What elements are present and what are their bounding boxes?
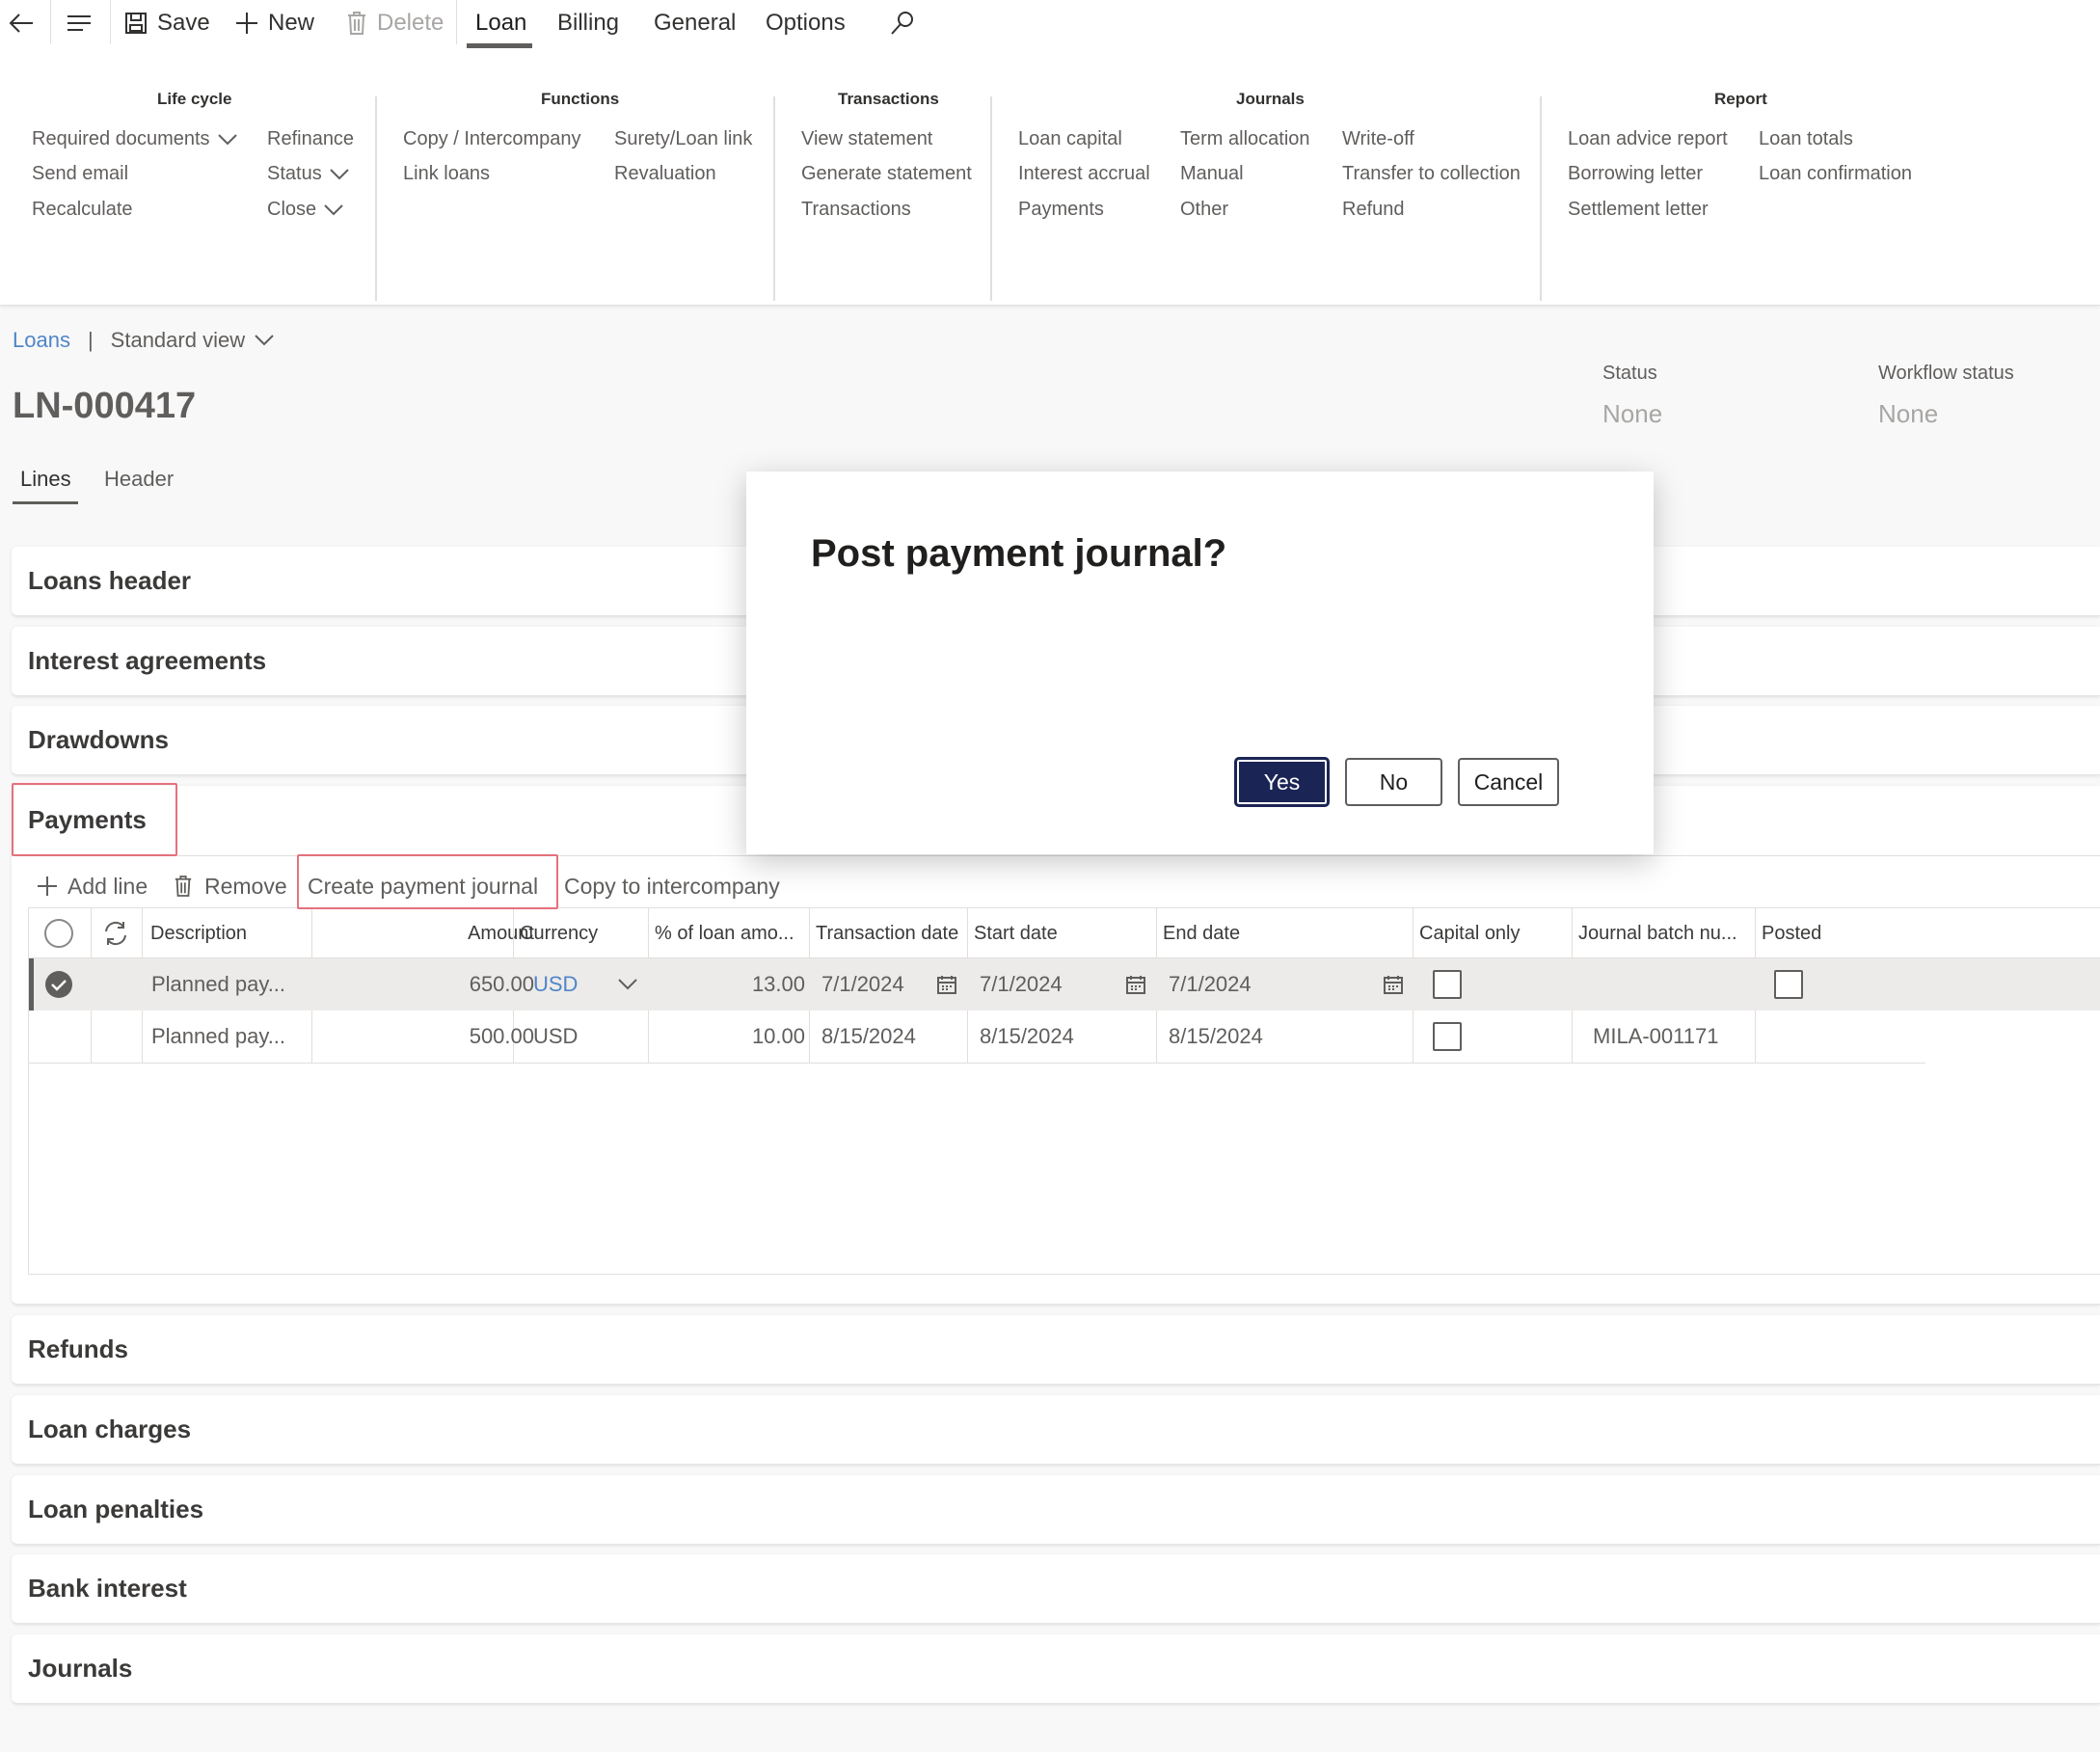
modal-overlay bbox=[0, 0, 2100, 1752]
yes-button[interactable]: Yes bbox=[1235, 758, 1329, 806]
cancel-button[interactable]: Cancel bbox=[1458, 758, 1559, 806]
no-button[interactable]: No bbox=[1345, 758, 1442, 806]
dialog-title: Post payment journal? bbox=[811, 532, 1227, 575]
confirm-dialog: Post payment journal? Yes No Cancel bbox=[746, 472, 1654, 854]
